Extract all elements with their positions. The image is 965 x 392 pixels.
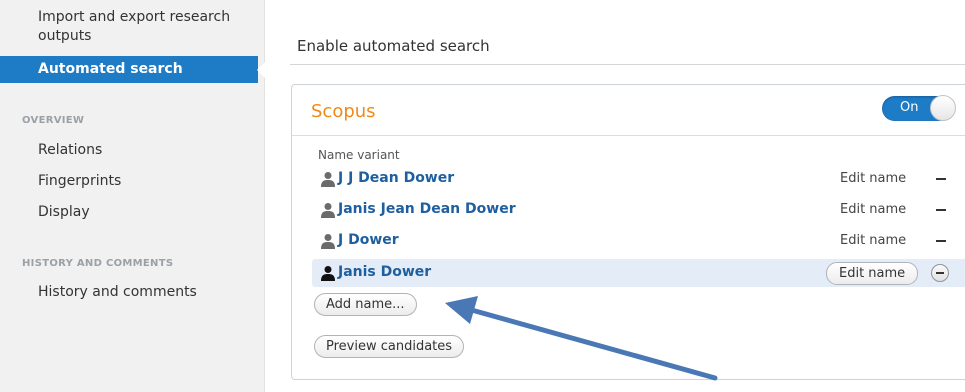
- sidebar-item-fingerprints[interactable]: Fingerprints: [38, 172, 121, 191]
- sidebar-item-relations[interactable]: Relations: [38, 141, 102, 160]
- history-heading: HISTORY AND COMMENTS: [22, 258, 174, 269]
- minus-icon[interactable]: [936, 178, 946, 180]
- divider: [292, 135, 965, 136]
- edit-name-link[interactable]: Edit name: [840, 171, 906, 186]
- person-icon: [321, 172, 335, 187]
- add-name-button[interactable]: Add name...: [314, 293, 417, 316]
- sidebar-item-label: Import and export research: [38, 9, 231, 25]
- overview-heading: OVERVIEW: [22, 115, 85, 126]
- edit-name-link[interactable]: Edit name: [840, 233, 906, 248]
- panel-title: Scopus: [311, 101, 376, 122]
- sidebar-item-automated-search[interactable]: Automated search: [0, 56, 267, 83]
- minus-icon[interactable]: [936, 240, 946, 242]
- divider: [290, 64, 965, 65]
- sidebar-item-display[interactable]: Display: [38, 203, 90, 222]
- scopus-toggle[interactable]: On: [882, 95, 956, 121]
- name-variant-link[interactable]: Janis Dower: [338, 264, 431, 280]
- name-variant-link[interactable]: J Dower: [338, 232, 399, 248]
- edit-name-link[interactable]: Edit name: [840, 202, 906, 217]
- edit-name-button[interactable]: Edit name: [826, 262, 919, 285]
- name-variant-link[interactable]: Janis Jean Dean Dower: [338, 201, 516, 217]
- page-title: Enable automated search: [297, 37, 490, 55]
- minus-icon[interactable]: [936, 209, 946, 211]
- name-variant-row: J J Dean Dower Edit name: [312, 165, 965, 193]
- scopus-panel: Scopus On Name variant J J Dean Dower Ed…: [291, 84, 965, 380]
- name-variant-label: Name variant: [318, 148, 400, 162]
- sidebar: Import and export research outputs Autom…: [0, 0, 267, 392]
- sidebar-item-label: Automated search: [38, 61, 183, 77]
- name-variant-row: J Dower Edit name: [312, 227, 965, 255]
- sidebar-item-history[interactable]: History and comments: [38, 283, 197, 302]
- person-icon: [321, 266, 335, 281]
- preview-candidates-button[interactable]: Preview candidates: [314, 335, 465, 358]
- remove-name-button[interactable]: [931, 264, 949, 282]
- name-variant-row-selected: Janis Dower Edit name: [312, 259, 965, 287]
- person-icon: [321, 234, 335, 249]
- person-icon: [321, 203, 335, 218]
- sidebar-item-import-export[interactable]: Import and export research outputs: [38, 8, 230, 46]
- toggle-knob: [930, 95, 956, 121]
- name-variant-link[interactable]: J J Dean Dower: [338, 170, 454, 186]
- sidebar-item-label-2: outputs: [38, 28, 92, 44]
- toggle-label: On: [900, 100, 919, 115]
- name-variant-row: Janis Jean Dean Dower Edit name: [312, 196, 965, 224]
